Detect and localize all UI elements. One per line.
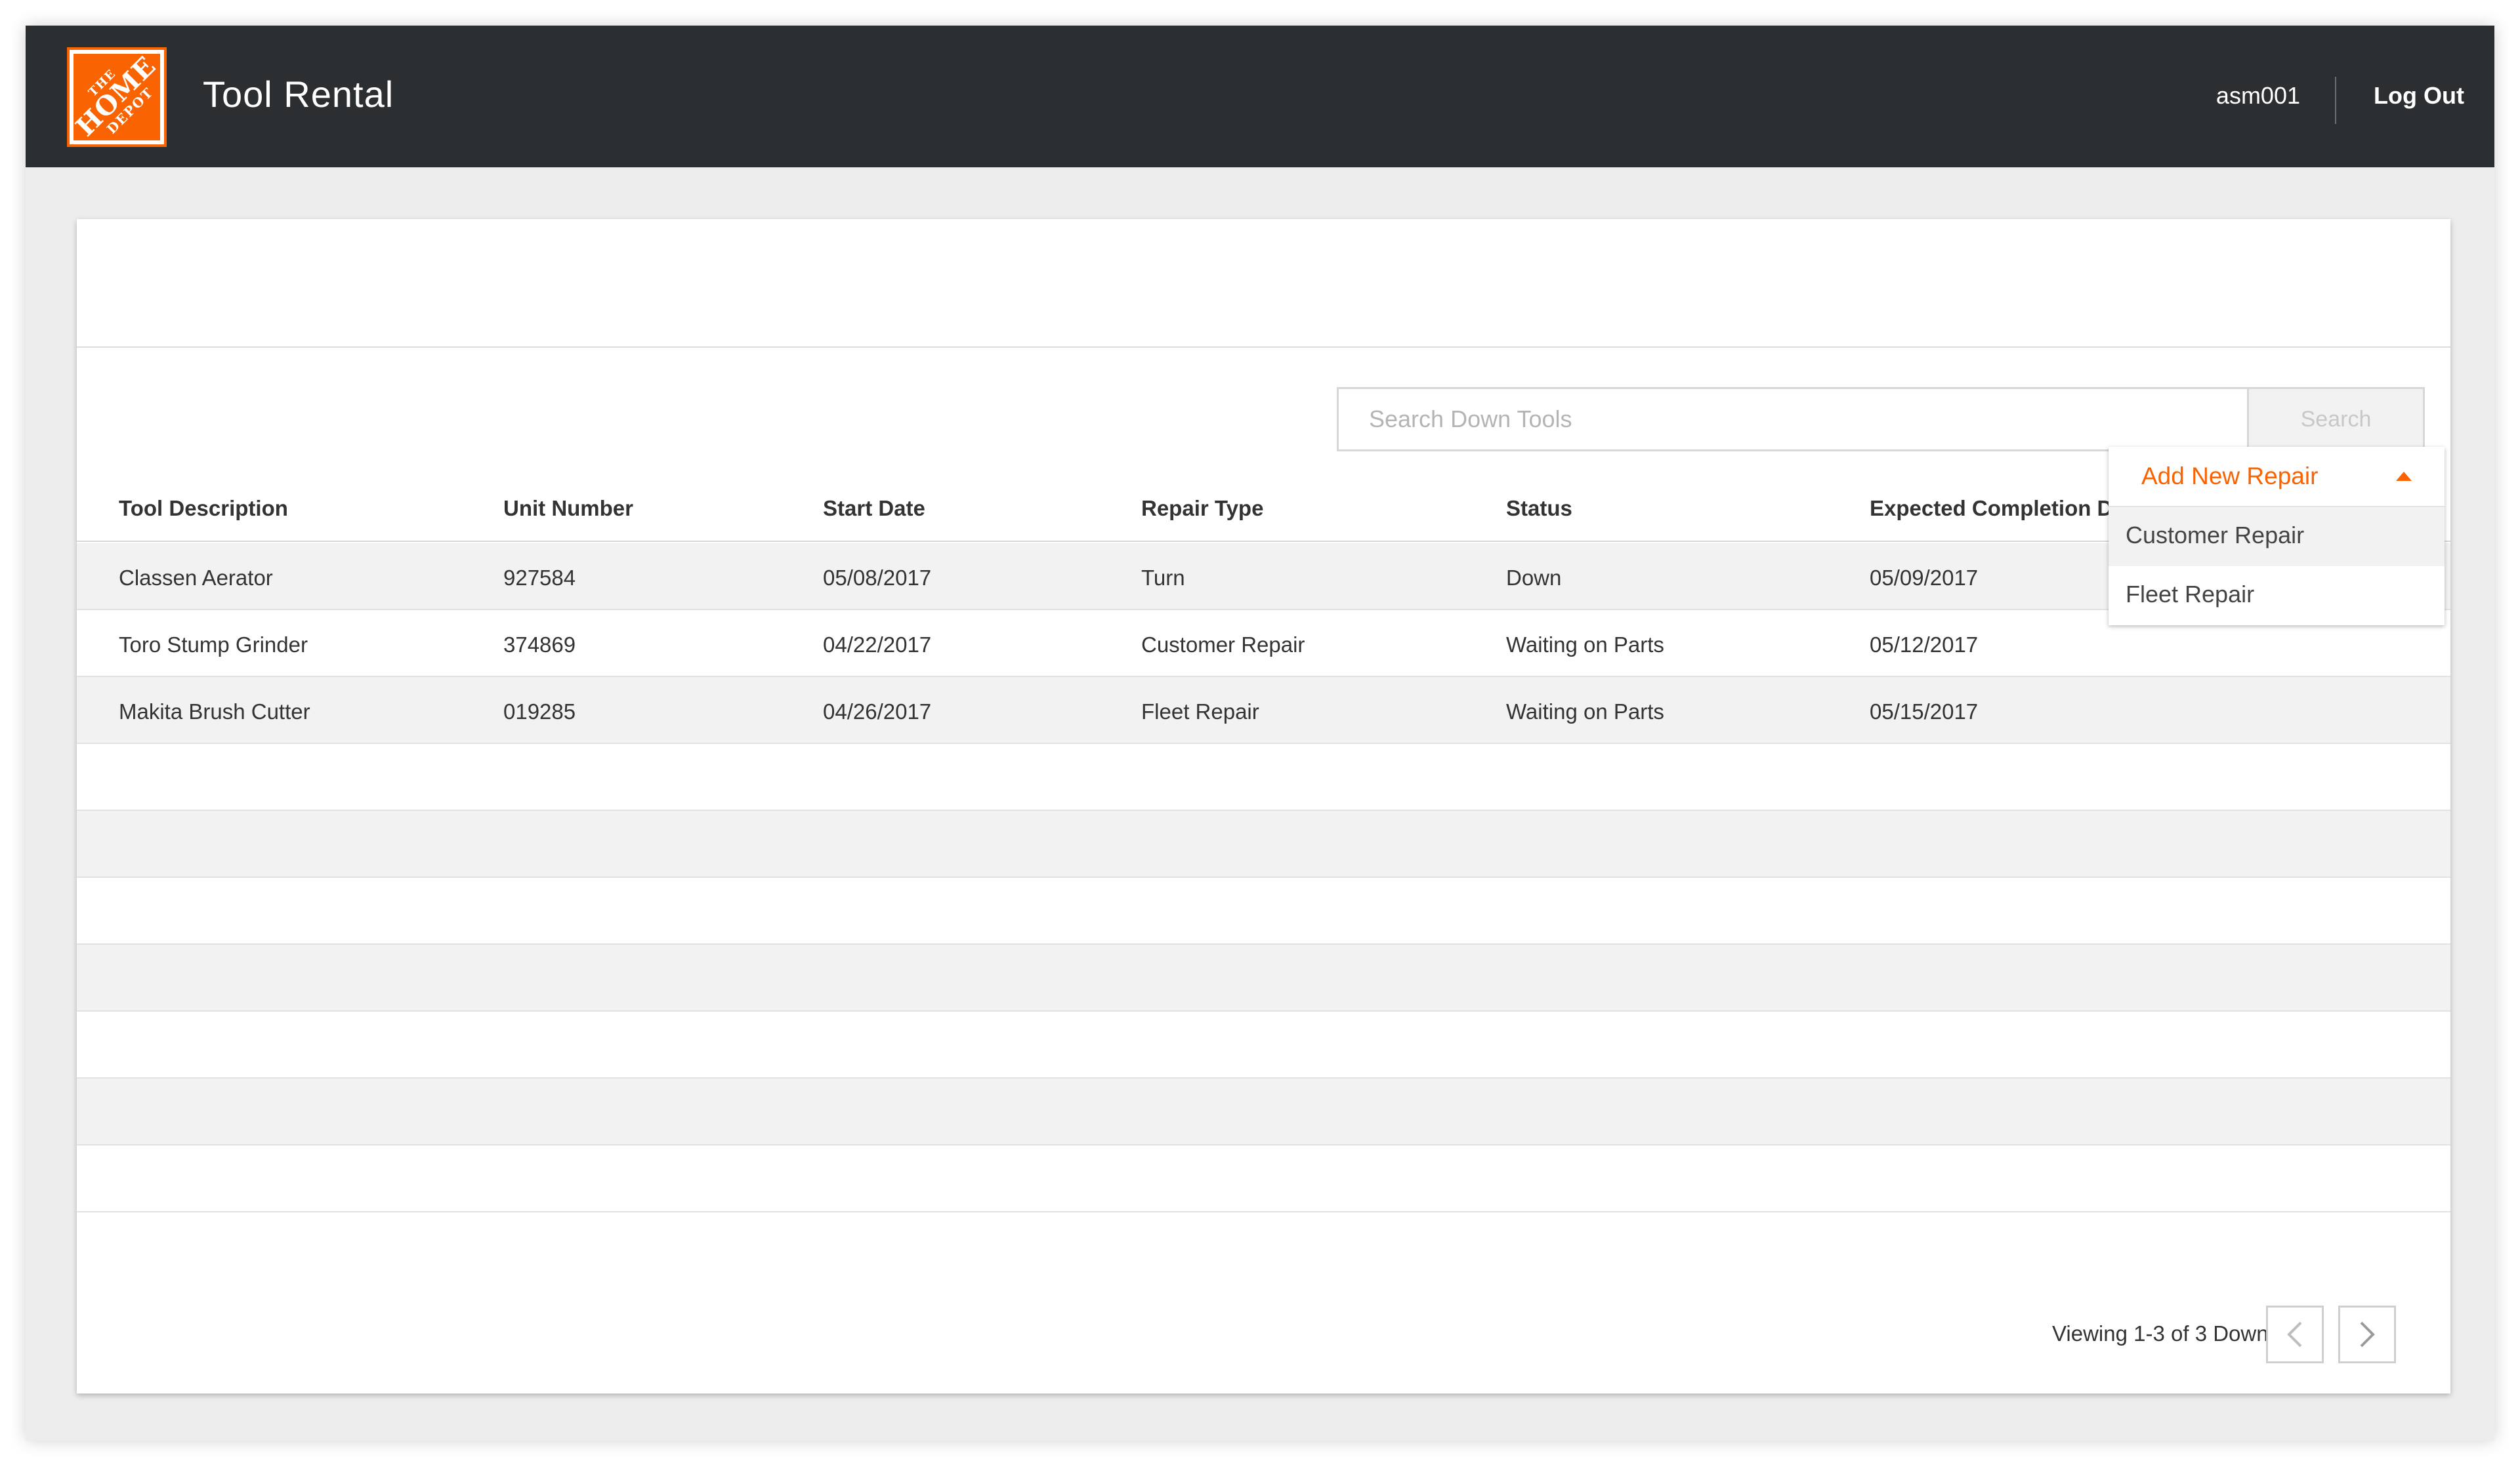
- menu-item-customer-repair[interactable]: Customer Repair: [2109, 507, 2445, 566]
- cell-status: Waiting on Parts: [1506, 699, 1664, 724]
- cell-start-date: 04/26/2017: [823, 699, 932, 724]
- cell-expected-completion-date: 05/15/2017: [1870, 699, 1979, 724]
- chevron-right-icon: [2360, 1321, 2375, 1348]
- column-header-repair-type[interactable]: Repair Type: [1141, 496, 1263, 521]
- app-title: Tool Rental: [203, 73, 394, 115]
- empty-table-row: [77, 1145, 2450, 1212]
- caret-up-icon: [2396, 472, 2412, 481]
- cell-expected-completion-date: 05/12/2017: [1870, 632, 1979, 657]
- search-button[interactable]: Search: [2247, 389, 2423, 449]
- logo-wordmark: THE HOME DEPOT: [70, 50, 163, 143]
- cell-tool-description: Classen Aerator: [119, 566, 273, 590]
- search-box: Search: [1337, 387, 2425, 451]
- table-row[interactable]: Classen Aerator 927584 05/08/2017 Turn D…: [77, 543, 2450, 610]
- table-row[interactable]: Makita Brush Cutter 019285 04/26/2017 Fl…: [77, 677, 2450, 744]
- chevron-left-icon: [2287, 1321, 2302, 1348]
- empty-table-row: [77, 811, 2450, 878]
- empty-table-row: [77, 1012, 2450, 1079]
- cell-repair-type: Customer Repair: [1141, 632, 1305, 657]
- table-header: Tool Description Unit Number Start Date …: [77, 489, 2450, 542]
- column-header-start-date[interactable]: Start Date: [823, 496, 925, 521]
- down-tools-panel: Search Tool Description Unit Number Star…: [77, 219, 2450, 1393]
- cell-unit-number: 927584: [503, 566, 576, 590]
- column-header-unit-number[interactable]: Unit Number: [503, 496, 633, 521]
- cell-unit-number: 019285: [503, 699, 576, 724]
- cell-expected-completion-date: 05/09/2017: [1870, 566, 1979, 590]
- cell-repair-type: Turn: [1141, 566, 1185, 590]
- cell-tool-description: Makita Brush Cutter: [119, 699, 310, 724]
- home-depot-logo[interactable]: THE HOME DEPOT: [67, 47, 167, 147]
- table-body: Classen Aerator 927584 05/08/2017 Turn D…: [77, 543, 2450, 1212]
- add-new-repair-label: Add New Repair: [2141, 463, 2319, 489]
- panel-header-divider: [77, 346, 2450, 348]
- username-label: asm001: [2216, 82, 2300, 109]
- cell-unit-number: 374869: [503, 632, 576, 657]
- empty-table-row: [77, 744, 2450, 811]
- menu-item-fleet-repair[interactable]: Fleet Repair: [2109, 566, 2445, 625]
- empty-table-row: [77, 945, 2450, 1012]
- column-header-tool-description[interactable]: Tool Description: [119, 496, 288, 521]
- add-new-repair-button[interactable]: Add New Repair: [2109, 447, 2445, 507]
- cell-status: Waiting on Parts: [1506, 632, 1664, 657]
- previous-page-button[interactable]: [2266, 1306, 2324, 1363]
- empty-table-row: [77, 878, 2450, 945]
- log-out-link[interactable]: Log Out: [2374, 82, 2464, 110]
- cell-tool-description: Toro Stump Grinder: [119, 632, 308, 657]
- add-new-repair-dropdown: Add New Repair Customer Repair Fleet Rep…: [2109, 447, 2445, 625]
- app-window: THE HOME DEPOT Tool Rental asm001 Log Ou…: [26, 26, 2494, 1441]
- cell-start-date: 04/22/2017: [823, 632, 932, 657]
- cell-repair-type: Fleet Repair: [1141, 699, 1259, 724]
- empty-table-row: [77, 1079, 2450, 1145]
- column-header-status[interactable]: Status: [1506, 496, 1572, 521]
- cell-start-date: 05/08/2017: [823, 566, 932, 590]
- table-row[interactable]: Toro Stump Grinder 374869 04/22/2017 Cus…: [77, 610, 2450, 677]
- column-header-expected-completion-date[interactable]: Expected Completion Date: [1870, 496, 2144, 521]
- cell-status: Down: [1506, 566, 1562, 590]
- next-page-button[interactable]: [2338, 1306, 2396, 1363]
- top-navigation-bar: THE HOME DEPOT Tool Rental asm001 Log Ou…: [26, 26, 2494, 167]
- search-input[interactable]: [1339, 389, 2225, 449]
- topbar-divider: [2335, 77, 2336, 124]
